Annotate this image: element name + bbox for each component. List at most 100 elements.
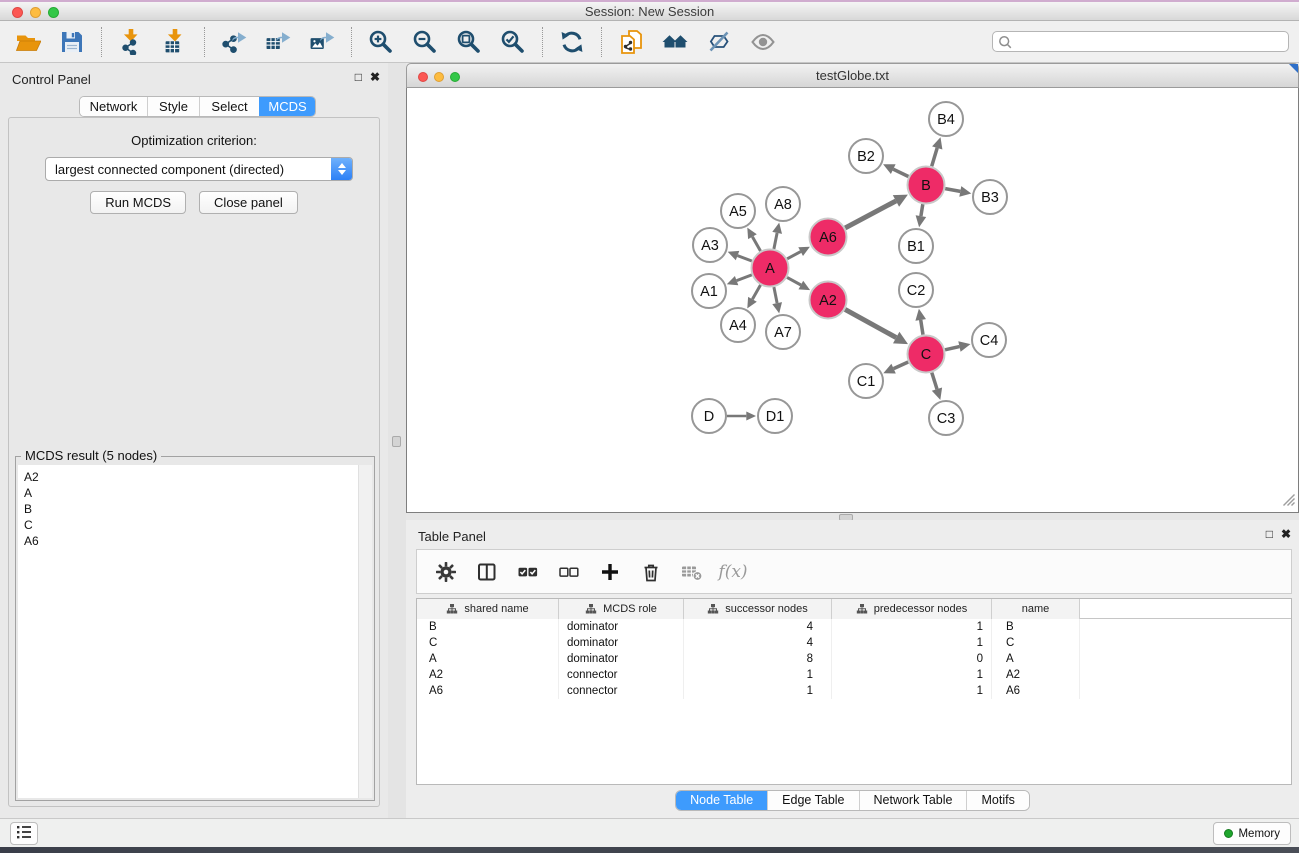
result-item[interactable]: A xyxy=(24,485,372,501)
tab-network-table[interactable]: Network Table xyxy=(859,791,967,810)
network-edge-A-A2[interactable] xyxy=(787,277,801,285)
network-edge-B-B3[interactable] xyxy=(945,189,960,192)
result-item[interactable]: A2 xyxy=(24,469,372,485)
network-node-A7[interactable]: A7 xyxy=(766,315,800,349)
network-edge-A-A4[interactable] xyxy=(752,285,760,299)
zoom-in-button[interactable] xyxy=(363,25,399,59)
refresh-button[interactable] xyxy=(554,25,590,59)
network-node-B2[interactable]: B2 xyxy=(849,139,883,173)
result-item[interactable]: A6 xyxy=(24,533,372,549)
tab-style[interactable]: Style xyxy=(147,97,199,116)
network-node-B4[interactable]: B4 xyxy=(929,102,963,136)
network-node-A1[interactable]: A1 xyxy=(692,274,726,308)
tab-motifs[interactable]: Motifs xyxy=(966,791,1028,810)
network-node-B1[interactable]: B1 xyxy=(899,229,933,263)
network-edge-A-A6[interactable] xyxy=(787,252,801,259)
column-header-MCDS-role[interactable]: MCDS role xyxy=(559,599,684,619)
deselect-all-button[interactable] xyxy=(556,557,582,587)
network-edge-A6-B[interactable] xyxy=(845,201,896,228)
export-network-button[interactable] xyxy=(216,25,252,59)
tab-edge-table[interactable]: Edge Table xyxy=(767,791,858,810)
add-row-button[interactable] xyxy=(597,557,623,587)
delete-row-button[interactable] xyxy=(638,557,664,587)
network-edge-A-A3[interactable] xyxy=(738,256,752,261)
clone-network-button[interactable] xyxy=(613,25,649,59)
network-node-A3[interactable]: A3 xyxy=(693,228,727,262)
network-node-A6[interactable]: A6 xyxy=(810,219,847,256)
column-header-successor-nodes[interactable]: successor nodes xyxy=(684,599,832,619)
table-row[interactable]: Cdominator41C xyxy=(417,635,1291,651)
search-input[interactable] xyxy=(1012,33,1288,50)
network-node-A8[interactable]: A8 xyxy=(766,187,800,221)
optimization-criterion-select[interactable]: largest connected component (directed) xyxy=(45,157,353,181)
home-button[interactable] xyxy=(657,25,693,59)
resize-grip-icon[interactable] xyxy=(1282,493,1296,510)
network-node-A[interactable]: A xyxy=(752,250,789,287)
network-edge-B-B4[interactable] xyxy=(932,148,938,166)
table-row[interactable]: Bdominator41B xyxy=(417,619,1291,635)
import-table-button[interactable] xyxy=(157,25,193,59)
columns-button[interactable] xyxy=(474,557,500,587)
column-header-shared-name[interactable]: shared name xyxy=(417,599,559,619)
vertical-splitter[interactable] xyxy=(388,63,406,818)
network-node-D[interactable]: D xyxy=(692,399,726,433)
network-node-A5[interactable]: A5 xyxy=(721,194,755,228)
gear-button[interactable] xyxy=(433,557,459,587)
open-folder-button[interactable] xyxy=(10,25,46,59)
tab-network[interactable]: Network xyxy=(80,97,147,116)
network-node-A2[interactable]: A2 xyxy=(810,282,847,319)
network-node-C4[interactable]: C4 xyxy=(972,323,1006,357)
network-node-B3[interactable]: B3 xyxy=(973,180,1007,214)
tab-node-table[interactable]: Node Table xyxy=(676,791,767,810)
zoom-fit-button[interactable] xyxy=(451,25,487,59)
tab-select[interactable]: Select xyxy=(199,97,259,116)
memory-button[interactable]: Memory xyxy=(1213,822,1291,845)
network-node-C2[interactable]: C2 xyxy=(899,273,933,307)
network-edge-A-A7[interactable] xyxy=(774,287,777,303)
network-node-C[interactable]: C xyxy=(908,336,945,373)
task-history-button[interactable] xyxy=(10,822,38,845)
network-node-A4[interactable]: A4 xyxy=(721,308,755,342)
export-image-button[interactable] xyxy=(304,25,340,59)
network-edge-C-C2[interactable] xyxy=(921,320,923,335)
save-button[interactable] xyxy=(54,25,90,59)
float-table-panel-icon[interactable]: □ xyxy=(1266,527,1273,541)
column-header-predecessor-nodes[interactable]: predecessor nodes xyxy=(832,599,992,619)
network-edge-C-C4[interactable] xyxy=(945,347,960,350)
float-panel-icon[interactable]: □ xyxy=(355,70,362,84)
network-edge-A-A1[interactable] xyxy=(737,275,752,281)
close-table-panel-icon[interactable]: ✖ xyxy=(1281,527,1291,541)
horizontal-splitter[interactable] xyxy=(406,513,1299,520)
table-row[interactable]: A6connector11A6 xyxy=(417,683,1291,699)
network-window-titlebar[interactable]: testGlobe.txt xyxy=(406,63,1299,88)
network-edge-B-B1[interactable] xyxy=(921,204,923,216)
table-row[interactable]: A2connector11A2 xyxy=(417,667,1291,683)
network-edge-C-C3[interactable] xyxy=(932,373,937,390)
network-edge-C-C1[interactable] xyxy=(894,362,909,369)
vertical-splitter-handle[interactable] xyxy=(392,436,401,447)
zoom-selected-button[interactable] xyxy=(495,25,531,59)
network-node-D1[interactable]: D1 xyxy=(758,399,792,433)
network-node-C1[interactable]: C1 xyxy=(849,364,883,398)
select-all-button[interactable] xyxy=(515,557,541,587)
export-table-button[interactable] xyxy=(260,25,296,59)
network-edge-A-A8[interactable] xyxy=(774,233,777,249)
network-edge-A2-C[interactable] xyxy=(845,309,896,337)
result-item[interactable]: C xyxy=(24,517,372,533)
result-scrollbar[interactable] xyxy=(358,465,372,798)
column-header-name[interactable]: name xyxy=(992,599,1080,619)
network-node-C3[interactable]: C3 xyxy=(929,401,963,435)
network-canvas[interactable]: B4 B2 B B3 A8 A5 A6 A3 B1 A A1 C2 A2 A4 A7 C4 C C1 C3 D D1 xyxy=(406,88,1299,513)
hide-labels-button[interactable] xyxy=(701,25,737,59)
function-button[interactable]: f(x) xyxy=(720,557,746,587)
close-panel-icon[interactable]: ✖ xyxy=(370,70,380,84)
close-panel-button[interactable]: Close panel xyxy=(199,191,298,214)
run-mcds-button[interactable]: Run MCDS xyxy=(90,191,186,214)
zoom-out-button[interactable] xyxy=(407,25,443,59)
network-node-B[interactable]: B xyxy=(908,167,945,204)
network-edge-A-A5[interactable] xyxy=(752,237,760,251)
import-network-button[interactable] xyxy=(113,25,149,59)
eye-button[interactable] xyxy=(745,25,781,59)
result-item[interactable]: B xyxy=(24,501,372,517)
table-row[interactable]: Adominator80A xyxy=(417,651,1291,667)
